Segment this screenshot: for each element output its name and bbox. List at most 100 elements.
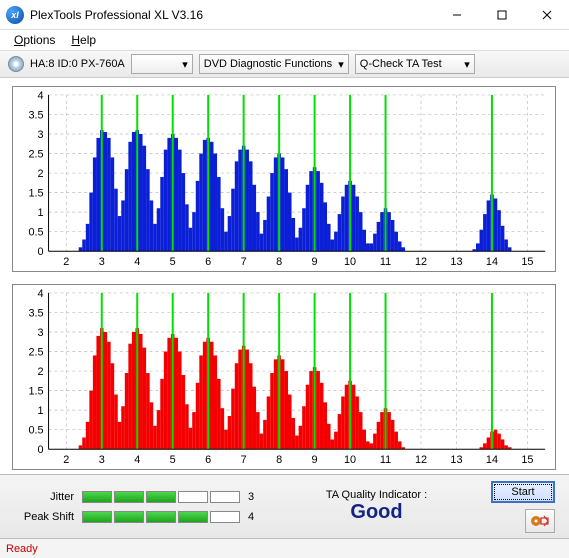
svg-text:2.5: 2.5: [28, 148, 43, 160]
svg-text:2: 2: [63, 256, 69, 268]
peakshift-count: 4: [248, 511, 262, 523]
svg-text:7: 7: [241, 256, 247, 268]
svg-text:14: 14: [486, 454, 498, 466]
meter-segment: [178, 511, 208, 523]
toolbar: HA:8 ID:0 PX-760A ▾ DVD Diagnostic Funct…: [0, 50, 569, 78]
close-button[interactable]: [524, 0, 569, 30]
svg-text:3: 3: [38, 327, 44, 339]
svg-text:15: 15: [521, 454, 533, 466]
svg-text:3.5: 3.5: [28, 307, 43, 319]
meter-segment: [146, 491, 176, 503]
chevron-down-icon: ▾: [332, 58, 344, 71]
svg-text:10: 10: [344, 454, 356, 466]
svg-text:4: 4: [38, 288, 44, 300]
jitter-count: 3: [248, 491, 262, 503]
metrics: Jitter 3 Peak Shift 4: [14, 491, 262, 523]
function-select-label: DVD Diagnostic Functions: [204, 58, 332, 70]
status-text: Ready: [6, 543, 38, 555]
jitter-label: Jitter: [14, 491, 74, 503]
meter-segment: [82, 511, 112, 523]
svg-text:4: 4: [38, 90, 44, 102]
meter-segment: [146, 511, 176, 523]
drive-select[interactable]: ▾: [131, 54, 193, 74]
meter-segment: [210, 491, 240, 503]
window-title: PlexTools Professional XL V3.16: [30, 8, 434, 22]
chevron-down-icon: ▾: [458, 58, 470, 71]
svg-text:12: 12: [415, 256, 427, 268]
chart-bottom: 0 0.5 1 1.5 2 2.5 3 3.5 4 2 3 4 5 6 7 8 9 10 11 12 13 14 15: [12, 284, 556, 470]
svg-text:11: 11: [380, 454, 391, 466]
svg-text:15: 15: [521, 256, 533, 268]
svg-text:13: 13: [450, 256, 462, 268]
meter-segment: [82, 491, 112, 503]
chart-area: 0 0.5 1 1.5 2 2.5 3 3.5 4 2 3 4 5 6 7 8 9 10 11 12 13 14 15: [0, 78, 569, 276]
svg-text:2: 2: [63, 454, 69, 466]
test-select-label: Q-Check TA Test: [360, 58, 442, 70]
meter-segment: [210, 511, 240, 523]
test-select[interactable]: Q-Check TA Test ▾: [355, 54, 475, 74]
svg-text:2.5: 2.5: [28, 346, 43, 358]
chart-area-2: 0 0.5 1 1.5 2 2.5 3 3.5 4 2 3 4 5 6 7 8 9 10 11 12 13 14 15: [0, 276, 569, 474]
svg-text:1.5: 1.5: [28, 386, 43, 398]
function-select[interactable]: DVD Diagnostic Functions▾: [199, 54, 349, 74]
svg-text:12: 12: [415, 454, 427, 466]
maximize-button[interactable]: [479, 0, 524, 30]
svg-text:5: 5: [170, 454, 176, 466]
svg-text:1: 1: [38, 207, 44, 219]
chart-top: 0 0.5 1 1.5 2 2.5 3 3.5 4 2 3 4 5 6 7 8 9 10 11 12 13 14 15: [12, 86, 556, 272]
svg-text:9: 9: [312, 454, 318, 466]
svg-text:14: 14: [486, 256, 498, 268]
menu-options[interactable]: Options: [8, 31, 61, 49]
window-buttons: [434, 0, 569, 30]
svg-text:4: 4: [134, 454, 140, 466]
svg-text:6: 6: [205, 256, 211, 268]
svg-text:3: 3: [99, 256, 105, 268]
menu-help[interactable]: Help: [65, 31, 102, 49]
svg-text:11: 11: [380, 256, 391, 268]
statusbar: Ready: [0, 538, 569, 558]
minimize-button[interactable]: [434, 0, 479, 30]
write-button[interactable]: [525, 509, 555, 533]
menubar: Options Help: [0, 30, 569, 50]
svg-text:8: 8: [276, 256, 282, 268]
svg-text:7: 7: [241, 454, 247, 466]
titlebar: xl PlexTools Professional XL V3.16: [0, 0, 569, 30]
svg-text:4: 4: [134, 256, 140, 268]
svg-text:0: 0: [38, 246, 44, 258]
svg-text:3: 3: [99, 454, 105, 466]
meter-segment: [114, 511, 144, 523]
svg-text:9: 9: [312, 256, 318, 268]
svg-text:8: 8: [276, 454, 282, 466]
svg-text:0.5: 0.5: [28, 227, 43, 239]
right-buttons: Start: [491, 481, 555, 533]
app-icon: xl: [6, 6, 24, 24]
chevron-down-icon: ▾: [176, 58, 188, 71]
bottom-panel: Jitter 3 Peak Shift 4 TA Quality Indicat…: [0, 474, 569, 538]
svg-text:2: 2: [38, 168, 44, 180]
svg-text:5: 5: [170, 256, 176, 268]
svg-text:0: 0: [38, 444, 44, 456]
disc-write-icon: [531, 514, 549, 528]
meter-segment: [178, 491, 208, 503]
svg-text:2: 2: [38, 366, 44, 378]
jitter-bars: [82, 491, 240, 503]
drive-label: HA:8 ID:0 PX-760A: [30, 58, 125, 70]
quality-label: TA Quality Indicator :: [274, 489, 479, 501]
svg-text:6: 6: [205, 454, 211, 466]
peakshift-label: Peak Shift: [14, 511, 74, 523]
jitter-row: Jitter 3: [14, 491, 262, 503]
peakshift-row: Peak Shift 4: [14, 511, 262, 523]
svg-text:1: 1: [38, 405, 44, 417]
peakshift-bars: [82, 511, 240, 523]
svg-text:3.5: 3.5: [28, 109, 43, 121]
quality-value: Good: [274, 501, 479, 524]
svg-text:10: 10: [344, 256, 356, 268]
svg-text:3: 3: [38, 129, 44, 141]
svg-text:13: 13: [450, 454, 462, 466]
svg-text:1.5: 1.5: [28, 188, 43, 200]
meter-segment: [114, 491, 144, 503]
start-button[interactable]: Start: [491, 481, 555, 503]
quality-indicator: TA Quality Indicator : Good: [274, 489, 479, 524]
svg-text:0.5: 0.5: [28, 425, 43, 437]
disc-icon: [8, 56, 24, 72]
